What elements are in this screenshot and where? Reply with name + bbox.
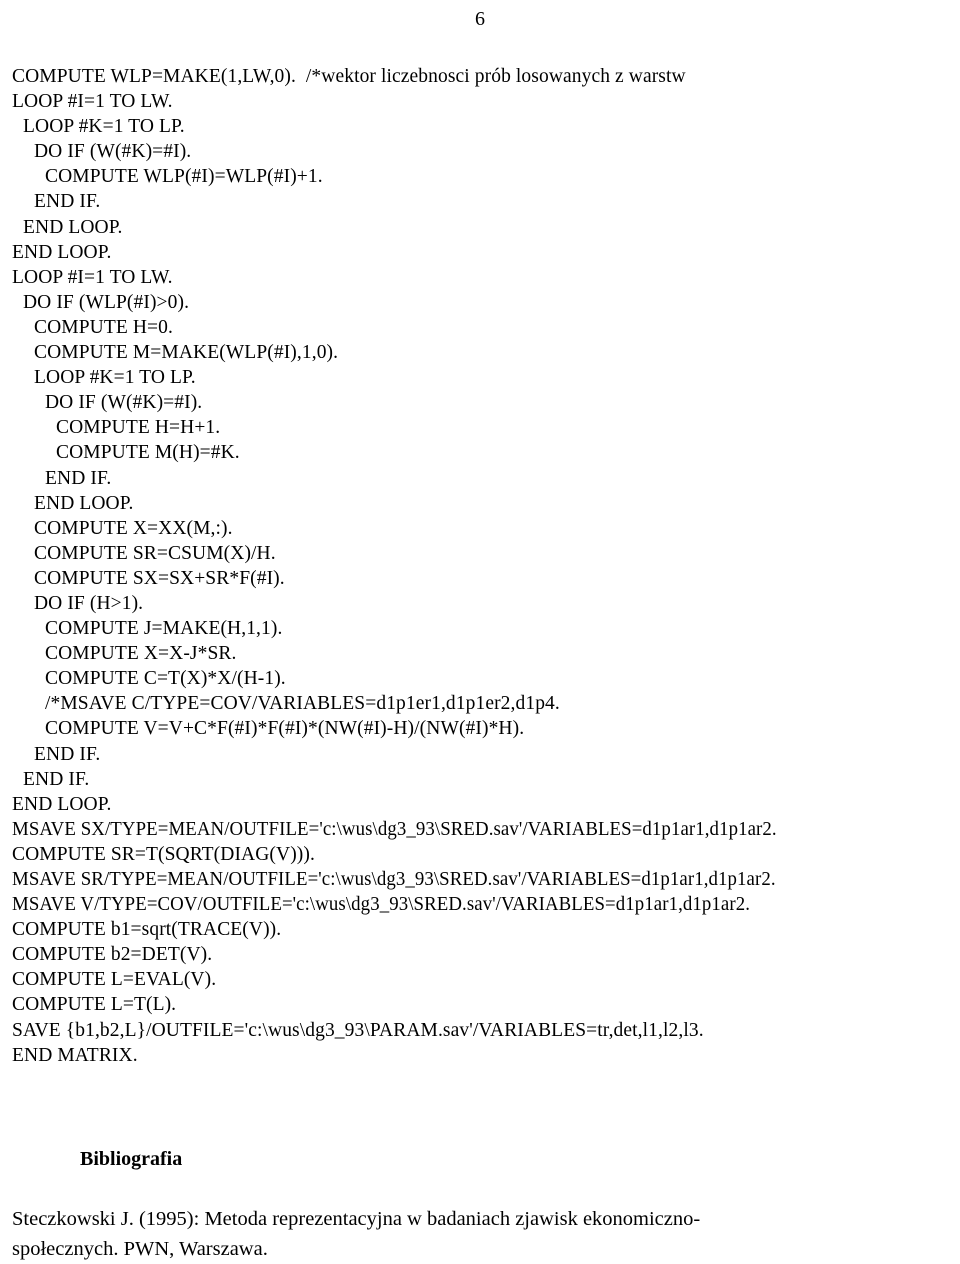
code-line: END LOOP. bbox=[12, 241, 112, 263]
code-line: DO IF (WLP(#I)>0). bbox=[23, 291, 190, 313]
code-line: COMPUTE b2=DET(V). bbox=[12, 944, 213, 966]
spss-matrix-code-block: COMPUTE WLP=MAKE(1,LW,0). /*wektor licze… bbox=[12, 64, 952, 1068]
code-line: COMPUTE J=MAKE(H,1,1). bbox=[45, 618, 283, 640]
code-line: COMPUTE SX=SX+SR*F(#I). bbox=[34, 567, 285, 589]
code-line: LOOP #K=1 TO LP. bbox=[23, 116, 185, 138]
code-line: MSAVE V/TYPE=COV/OUTFILE='c:\wus\dg3_93\… bbox=[12, 894, 751, 916]
code-line: COMPUTE V=V+C*F(#I)*F(#I)*(NW(#I)-H)/(NW… bbox=[45, 718, 525, 740]
code-line: LOOP #I=1 TO LW. bbox=[12, 91, 173, 113]
code-line: LOOP #I=1 TO LW. bbox=[12, 266, 173, 288]
code-line: DO IF (W(#K)=#I). bbox=[45, 392, 203, 414]
code-line: COMPUTE SR=T(SQRT(DIAG(V))). bbox=[12, 843, 315, 865]
code-line: END IF. bbox=[34, 191, 101, 213]
code-line: COMPUTE M(H)=#K. bbox=[56, 442, 240, 464]
code-line: END MATRIX. bbox=[12, 1044, 138, 1066]
code-line: SAVE {b1,b2,L}/OUTFILE='c:\wus\dg3_93\PA… bbox=[12, 1019, 704, 1041]
bibliography-heading: Bibliografia bbox=[80, 1148, 183, 1170]
code-line: COMPUTE X=XX(M,:). bbox=[34, 517, 233, 539]
code-line: COMPUTE SR=CSUM(X)/H. bbox=[34, 542, 276, 564]
code-line: COMPUTE H=H+1. bbox=[56, 417, 221, 439]
code-line: COMPUTE M=MAKE(WLP(#I),1,0). bbox=[34, 342, 339, 364]
code-line: COMPUTE L=EVAL(V). bbox=[12, 969, 217, 991]
code-line: END LOOP. bbox=[23, 216, 123, 238]
page-number: 6 bbox=[475, 8, 485, 30]
code-line: COMPUTE X=X-J*SR. bbox=[45, 643, 237, 665]
code-line: COMPUTE WLP=MAKE(1,LW,0). /*wektor licze… bbox=[12, 66, 686, 87]
code-line: END IF. bbox=[45, 467, 112, 489]
code-line: DO IF (H>1). bbox=[34, 592, 144, 614]
bibliography-entry-line2: społecznych. PWN, Warszawa. bbox=[12, 1238, 268, 1260]
code-line: COMPUTE WLP(#I)=WLP(#I)+1. bbox=[45, 166, 323, 188]
document-page: 6 COMPUTE WLP=MAKE(1,LW,0). /*wektor lic… bbox=[0, 0, 960, 1264]
code-line: LOOP #K=1 TO LP. bbox=[34, 367, 196, 389]
code-line: DO IF (W(#K)=#I). bbox=[34, 141, 192, 163]
bibliography-entry-line1: Steczkowski J. (1995): Metoda reprezenta… bbox=[12, 1208, 701, 1230]
code-line: END IF. bbox=[23, 768, 90, 790]
code-line: COMPUTE H=0. bbox=[34, 316, 173, 338]
code-line: END LOOP. bbox=[12, 793, 112, 815]
bibliography-entry: Steczkowski J. (1995): Metoda reprezenta… bbox=[12, 1204, 946, 1264]
code-line: /*MSAVE C/TYPE=COV/VARIABLES=d1p1er1,d1p… bbox=[45, 693, 560, 715]
code-line: COMPUTE b1=sqrt(TRACE(V)). bbox=[12, 919, 282, 941]
code-line: END IF. bbox=[34, 743, 101, 765]
code-line: COMPUTE L=T(L). bbox=[12, 994, 177, 1016]
code-line: MSAVE SX/TYPE=MEAN/OUTFILE='c:\wus\dg3_9… bbox=[12, 818, 777, 840]
code-line: END LOOP. bbox=[34, 492, 134, 514]
code-line: COMPUTE C=T(X)*X/(H-1). bbox=[45, 668, 286, 690]
code-line: MSAVE SR/TYPE=MEAN/OUTFILE='c:\wus\dg3_9… bbox=[12, 869, 776, 890]
